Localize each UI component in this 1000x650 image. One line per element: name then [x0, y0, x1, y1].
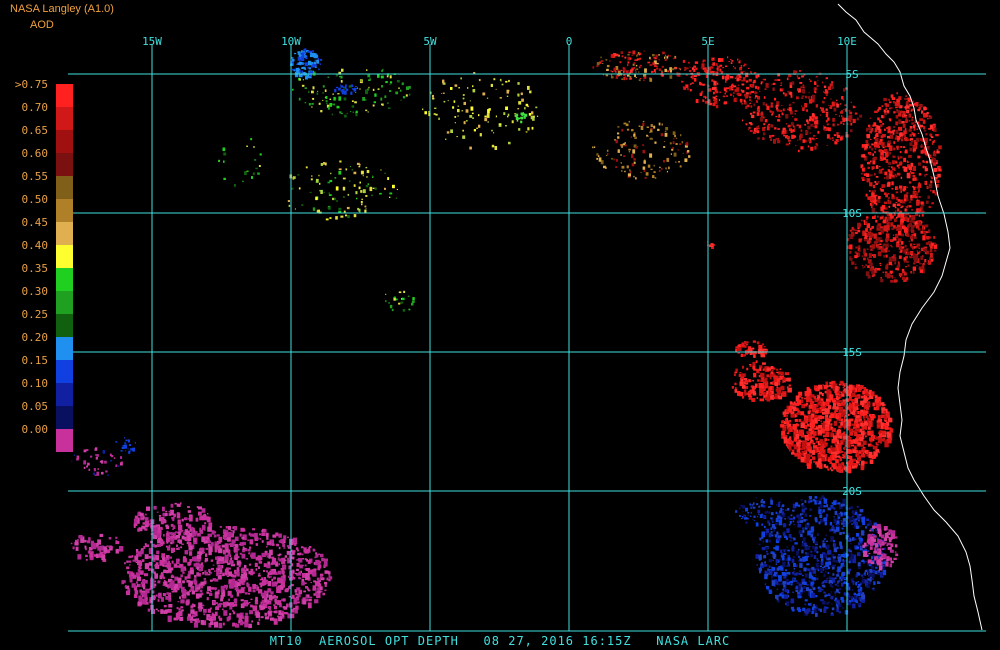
legend-label: 0.30 [21, 285, 49, 298]
legend-swatch [56, 245, 73, 268]
legend-swatch [56, 153, 73, 176]
legend-swatch [56, 268, 73, 291]
legend-swatch [56, 383, 73, 406]
latitude-label: 20S [842, 485, 862, 498]
latitude-label: 10S [842, 207, 862, 220]
source-title: NASA Langley (A1.0) [10, 3, 114, 15]
legend-label: 0.55 [21, 170, 49, 183]
legend-label: 0.25 [21, 308, 49, 321]
longitude-label: 5W [423, 35, 437, 48]
legend-swatch [56, 176, 73, 199]
legend-label: 0.70 [21, 101, 49, 114]
legend-swatch [56, 130, 73, 153]
footer-caption: MT10 AEROSOL OPT DEPTH 08 27, 2016 16:15… [269, 634, 731, 648]
legend-label: 0.50 [21, 193, 49, 206]
legend-swatch [56, 429, 73, 452]
aod-map: 15W 10W 5W 0 5E 10E 5S 10S 15S 20S [0, 0, 1000, 650]
legend-label: 0.40 [21, 239, 49, 252]
longitude-label: 15W [142, 35, 162, 48]
longitude-label: 0 [566, 35, 573, 48]
legend-swatch [56, 107, 73, 130]
legend-swatch [56, 360, 73, 383]
legend-swatch [56, 337, 73, 360]
longitude-label: 10W [281, 35, 301, 48]
unit-label: AOD [30, 19, 54, 31]
legend-swatch [56, 314, 73, 337]
longitude-label: 5E [701, 35, 714, 48]
longitude-label: 10E [837, 35, 857, 48]
legend-label: 0.10 [21, 377, 49, 390]
legend-swatch [56, 84, 73, 107]
latitude-label: 15S [842, 346, 862, 359]
legend-label: 0.15 [21, 354, 49, 367]
legend-label: >0.75 [14, 78, 48, 91]
legend-label: 0.35 [21, 262, 49, 275]
legend-label: 0.45 [21, 216, 49, 229]
legend-swatch [56, 291, 73, 314]
legend-label: 0.20 [21, 331, 49, 344]
legend-label: 0.60 [21, 147, 49, 160]
legend-label: 0.00 [21, 423, 49, 436]
latitude-label: 5S [845, 68, 858, 81]
legend-swatch [56, 222, 73, 245]
legend-swatch [56, 199, 73, 222]
legend-swatch [56, 406, 73, 429]
legend-label: 0.65 [21, 124, 49, 137]
legend-label: 0.05 [21, 400, 49, 413]
